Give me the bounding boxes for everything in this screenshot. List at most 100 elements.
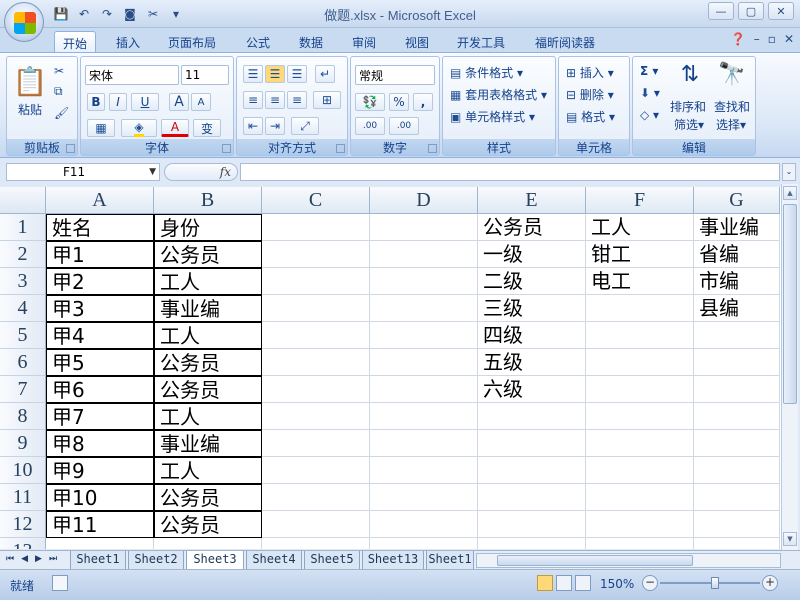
sheet-tab-sheet5[interactable]: Sheet5 [304,551,360,569]
sort-filter-label-2[interactable]: 筛选 ▾ [673,115,705,134]
tab-view[interactable]: 视图 [397,31,437,52]
comma-button[interactable]: , [413,93,433,111]
row-header-1[interactable]: 1 [0,214,46,241]
cell-g5[interactable] [694,322,780,349]
cell-e6[interactable]: 五级 [478,349,586,376]
row-header-9[interactable]: 9 [0,430,46,457]
cell-d1[interactable] [370,214,478,241]
find-select-label-2[interactable]: 选择 ▾ [715,115,747,134]
conditional-formatting-button[interactable]: ▤ 条件格式 ▾ [449,63,524,82]
cell-g12[interactable] [694,511,780,538]
align-center-button[interactable]: ≡ [265,91,285,109]
cell-b13[interactable] [154,538,262,549]
cell-g13[interactable] [694,538,780,549]
tab-data[interactable]: 数据 [291,31,331,52]
next-sheet-icon[interactable]: ▶ [35,554,42,564]
page-layout-view-icon[interactable] [556,575,572,591]
last-sheet-icon[interactable]: ⏭ [49,554,57,564]
cell-c7[interactable] [262,376,370,403]
cell-e4[interactable]: 三级 [478,295,586,322]
cell-c5[interactable] [262,322,370,349]
cell-b8[interactable]: 工人 [154,403,262,430]
sort-filter-icon[interactable]: ⇅ [673,59,707,89]
cell-c1[interactable] [262,214,370,241]
sheet-tab-sheet2[interactable]: Sheet2 [128,551,184,569]
accounting-format-button[interactable]: 💱 [355,93,385,111]
column-header-e[interactable]: E [478,187,586,214]
number-format-select[interactable]: 常规 [355,65,435,85]
horizontal-scroll-thumb[interactable] [497,555,693,566]
cell-f6[interactable] [586,349,694,376]
orientation-button[interactable]: ⤢ [291,117,319,135]
sheet-tab-sheet13[interactable]: Sheet13 [362,551,424,569]
cell-a5[interactable]: 甲4 [46,322,154,349]
cell-e5[interactable]: 四级 [478,322,586,349]
underline-button[interactable]: U [131,93,159,111]
cut-icon[interactable]: ✂ [53,63,65,79]
zoom-in-icon[interactable]: + [762,575,778,591]
row-header-11[interactable]: 11 [0,484,46,511]
binoculars-icon[interactable]: 🔭 [715,59,749,89]
vertical-scrollbar[interactable]: ▲ ▼ [781,184,798,550]
cell-styles-button[interactable]: ▣ 单元格样式 ▾ [449,107,536,126]
cell-a3[interactable]: 甲2 [46,268,154,295]
row-header-12[interactable]: 12 [0,511,46,538]
cell-b6[interactable]: 公务员 [154,349,262,376]
formula-input[interactable] [240,163,780,181]
tab-review[interactable]: 审阅 [344,31,384,52]
format-painter-icon[interactable]: 🖌 [53,105,70,121]
tab-foxit-reader[interactable]: 福昕阅读器 [527,31,603,52]
cell-a4[interactable]: 甲3 [46,295,154,322]
cell-f12[interactable] [586,511,694,538]
number-launcher-icon[interactable] [428,144,437,153]
cell-e9[interactable] [478,430,586,457]
column-header-d[interactable]: D [370,187,478,214]
cell-a10[interactable]: 甲9 [46,457,154,484]
cell-a12[interactable]: 甲11 [46,511,154,538]
fill-color-button[interactable]: ◈ [121,119,157,137]
cell-g11[interactable] [694,484,780,511]
expand-formula-bar-icon[interactable]: ⌄ [782,163,796,181]
percent-button[interactable]: % [389,93,409,111]
tab-home[interactable]: 开始 [54,31,97,52]
scroll-down-icon[interactable]: ▼ [783,532,797,546]
normal-view-icon[interactable] [537,575,553,591]
cell-g4[interactable]: 县编 [694,295,780,322]
increase-indent-button[interactable]: ⇥ [265,117,285,135]
cell-d10[interactable] [370,457,478,484]
sheet-tab-sheet1-partial[interactable]: Sheet1 [426,551,474,569]
cell-b2[interactable]: 公务员 [154,241,262,268]
column-header-a[interactable]: A [46,187,154,214]
cell-a9[interactable]: 甲8 [46,430,154,457]
cell-d7[interactable] [370,376,478,403]
page-break-view-icon[interactable] [575,575,591,591]
format-cells-button[interactable]: ▤ 格式 ▾ [565,107,616,126]
row-header-7[interactable]: 7 [0,376,46,403]
cell-c3[interactable] [262,268,370,295]
paste-icon[interactable]: 📋 [13,61,48,101]
font-launcher-icon[interactable] [222,144,231,153]
cell-c12[interactable] [262,511,370,538]
cell-d13[interactable] [370,538,478,549]
cell-g2[interactable]: 省编 [694,241,780,268]
font-name-select[interactable]: 宋体 [85,65,179,85]
decrease-indent-button[interactable]: ⇤ [243,117,263,135]
scroll-up-icon[interactable]: ▲ [783,186,797,200]
zoom-level[interactable]: 150% [600,577,634,591]
cell-g6[interactable] [694,349,780,376]
cell-g3[interactable]: 市编 [694,268,780,295]
phonetic-button[interactable]: 变 [193,119,221,137]
row-header-3[interactable]: 3 [0,268,46,295]
cell-c11[interactable] [262,484,370,511]
cell-d5[interactable] [370,322,478,349]
cell-c6[interactable] [262,349,370,376]
minimize-button[interactable]: — [708,2,734,20]
select-all-corner[interactable] [0,187,46,214]
delete-cells-button[interactable]: ⊟ 删除 ▾ [565,85,615,104]
row-header-6[interactable]: 6 [0,349,46,376]
column-header-c[interactable]: C [262,187,370,214]
cell-e8[interactable] [478,403,586,430]
cell-f9[interactable] [586,430,694,457]
cell-g9[interactable] [694,430,780,457]
format-as-table-button[interactable]: ▦ 套用表格格式 ▾ [449,85,548,104]
